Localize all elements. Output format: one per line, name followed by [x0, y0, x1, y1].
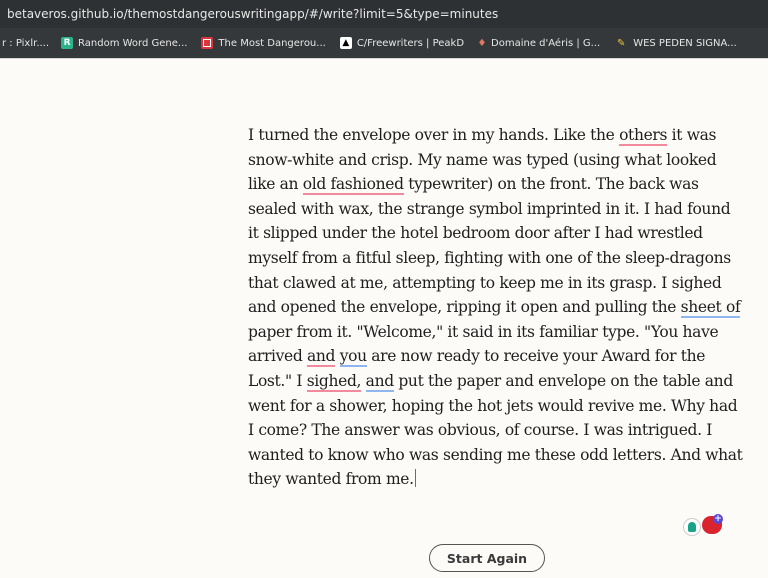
bookmark-most-dangerous[interactable]: The Most Dangerou... — [201, 37, 326, 49]
bookmark-domaine-aeris[interactable]: ♦ Domaine d'Aéris | G... — [477, 37, 601, 49]
grammar-suggestion[interactable]: you — [339, 347, 367, 368]
text-segment: went for a shower, hoping the hot jets w… — [248, 396, 738, 415]
start-again-button[interactable]: Start Again — [429, 544, 545, 572]
text-segment: it slipped under the hotel bedroom door … — [248, 224, 703, 243]
bookmark-label: WES PEDEN SIGNA... — [633, 37, 737, 49]
bookmark-label: C/Freewriters | PeakD — [356, 37, 465, 49]
text-segment — [335, 347, 340, 365]
text-segment: Lost." I — [248, 371, 307, 390]
text-line: wanted to know who was sending me these … — [248, 443, 743, 468]
grammar-suggestion[interactable]: and — [365, 371, 394, 392]
bookmark-random-word-generator[interactable]: R Random Word Gene... — [61, 37, 187, 49]
text-line: snow-white and crisp. My name was typed … — [248, 148, 733, 173]
text-segment: I come? The answer was obvious, of cours… — [248, 421, 713, 440]
text-line: sealed with wax, the strange symbol impr… — [248, 197, 733, 222]
spelling-suggestion[interactable]: and — [307, 347, 335, 368]
text-line: arrived and you are now ready to receive… — [248, 344, 733, 369]
text-line: went for a shower, hoping the hot jets w… — [248, 394, 738, 419]
wes-logo-icon: ✎ — [617, 37, 626, 49]
toolbar-divider — [0, 58, 768, 59]
mdwa-logo-icon — [201, 37, 214, 49]
address-bar[interactable]: betaveros.github.io/themostdangerouswrit… — [0, 0, 768, 28]
text-line: like an old fashioned typewriter) on the… — [248, 172, 733, 197]
text-segment: snow-white and crisp. My name was typed … — [248, 150, 717, 169]
text-segment: and opened the envelope, ripping it open… — [248, 298, 681, 317]
text-segment: arrived — [248, 347, 307, 366]
text-caret — [414, 469, 417, 488]
text-line: and opened the envelope, ripping it open… — [248, 295, 741, 320]
text-line: that clawed at me, attempting to keep me… — [248, 271, 733, 296]
spelling-suggestion[interactable]: old fashioned — [302, 175, 404, 196]
text-line: paper from it. "Welcome," it said in its… — [248, 320, 733, 345]
text-segment: put the paper and envelope on the table … — [393, 371, 733, 390]
spelling-suggestion[interactable]: sighed, — [306, 371, 361, 392]
text-line: it slipped under the hotel bedroom door … — [248, 221, 733, 246]
bookmarks-bar: r : Pixlr.... R Random Word Gene... The … — [0, 28, 768, 58]
text-line: they wanted from me. — [248, 467, 733, 492]
r-logo-icon: R — [61, 37, 74, 49]
peakd-logo-icon: ▲ — [339, 37, 352, 49]
text-segment — [361, 372, 366, 390]
grammar-suggestion[interactable]: sheet of — [680, 298, 741, 319]
bookmark-label: Random Word Gene... — [78, 37, 188, 49]
text-line: myself from a fitful sleep, fighting wit… — [248, 246, 733, 271]
bookmark-label: The Most Dangerou... — [218, 37, 326, 49]
url-text: betaveros.github.io/themostdangerouswrit… — [7, 7, 499, 21]
bookmark-pixlr[interactable]: r : Pixlr.... — [2, 38, 49, 49]
text-segment: sealed with wax, the strange symbol impr… — [248, 199, 731, 218]
text-segment: they wanted from me. — [248, 470, 414, 489]
text-segment: typewriter) on the front. The back was — [403, 175, 699, 194]
text-segment: paper from it. "Welcome," it said in its… — [248, 322, 719, 341]
bookmark-freewriters-peakd[interactable]: ▲ C/Freewriters | PeakD — [339, 37, 465, 49]
bookmark-wes-peden[interactable]: ✎ WES PEDEN SIGNA... — [614, 37, 737, 49]
text-segment: wanted to know who was sending me these … — [248, 445, 743, 464]
aeris-logo-icon: ♦ — [477, 37, 487, 49]
text-segment: I turned the envelope over in my hands. … — [248, 126, 620, 144]
text-segment: myself from a fitful sleep, fighting wit… — [248, 248, 731, 267]
text-segment: like an — [248, 175, 303, 194]
add-icon[interactable]: + — [713, 514, 723, 524]
text-line: I come? The answer was obvious, of cours… — [248, 418, 733, 443]
text-segment: are now ready to receive your Award for … — [366, 347, 706, 366]
writing-area[interactable]: I turned the envelope over in my hands. … — [248, 123, 743, 492]
text-line: I turned the envelope over in my hands. … — [248, 123, 733, 148]
bookmark-label: Domaine d'Aéris | G... — [491, 37, 601, 49]
grammarly-icon[interactable] — [683, 518, 701, 536]
bookmark-label: r : Pixlr.... — [2, 37, 50, 49]
text-segment: that clawed at me, attempting to keep me… — [248, 273, 722, 292]
spelling-suggestion[interactable]: others — [619, 126, 667, 146]
text-line: Lost." I sighed, and put the paper and e… — [248, 369, 733, 394]
text-segment: it was — [667, 126, 717, 144]
